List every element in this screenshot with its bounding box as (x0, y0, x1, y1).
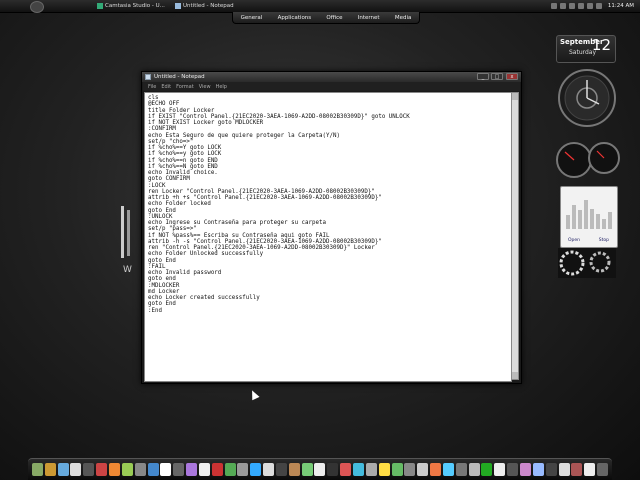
clock[interactable]: 11:24 AM (608, 3, 634, 9)
dock-app-icon[interactable] (186, 463, 198, 476)
dock-app-icon[interactable] (558, 463, 570, 476)
dock-app-icon[interactable] (519, 463, 531, 476)
tray-icon[interactable] (559, 3, 566, 9)
system-tray: 11:24 AM (550, 1, 640, 11)
cpu-meter-gadget[interactable] (554, 136, 624, 180)
dock-app-icon[interactable] (494, 463, 506, 476)
dock-app-icon[interactable] (237, 463, 249, 476)
dock-app-icon[interactable] (83, 463, 95, 476)
start-orb[interactable] (30, 1, 44, 13)
dock-app-icon[interactable] (378, 463, 390, 476)
notepad-titlebar[interactable]: Untitled - Notepad _ □ x (142, 72, 521, 82)
mouse-cursor (248, 388, 260, 401)
dock-app-icon[interactable] (121, 463, 133, 476)
dock-app-icon[interactable] (340, 463, 352, 476)
dock-app-icon[interactable] (327, 463, 339, 476)
dock-app-icon[interactable] (468, 463, 480, 476)
menu-edit[interactable]: Edit (161, 84, 171, 90)
menu-general[interactable]: General (241, 15, 263, 21)
scroll-down-arrow-icon[interactable] (512, 372, 518, 379)
open-button[interactable]: Open (568, 238, 580, 243)
minimize-button[interactable]: _ (477, 73, 489, 80)
tray-icon[interactable] (550, 3, 557, 9)
dock-app-icon[interactable] (160, 463, 172, 476)
taskbar-item-camtasia[interactable]: Camtasia Studio - U... (96, 1, 179, 11)
dock-app-icon[interactable] (430, 463, 442, 476)
dock-app-icon[interactable] (442, 463, 454, 476)
menu-format[interactable]: Format (176, 84, 194, 90)
volume-icon[interactable] (595, 3, 602, 9)
logo-deco: W (121, 206, 132, 275)
menu-internet[interactable]: Internet (358, 15, 380, 21)
menu-view[interactable]: View (199, 84, 211, 90)
dock-app-icon[interactable] (173, 463, 185, 476)
dock-app-icon[interactable] (314, 463, 326, 476)
gear-deco (558, 248, 616, 278)
dock-app-icon[interactable] (57, 463, 69, 476)
notepad-window: Untitled - Notepad _ □ x File Edit Forma… (141, 71, 522, 384)
dock-app-icon[interactable] (353, 463, 365, 476)
dock-app-icon[interactable] (545, 463, 557, 476)
analog-clock-gadget[interactable] (557, 66, 617, 130)
notepad-icon (175, 3, 181, 9)
scroll-up-arrow-icon[interactable] (512, 93, 518, 100)
dock-app-icon[interactable] (211, 463, 223, 476)
dock-app-icon[interactable] (134, 463, 146, 476)
dock-app-icon[interactable] (70, 463, 82, 476)
dock-app-icon[interactable] (571, 463, 583, 476)
equalizer-bars (566, 195, 612, 229)
dock-app-icon[interactable] (417, 463, 429, 476)
dock-app-icon[interactable] (481, 463, 493, 476)
dock-app-icon[interactable] (250, 463, 262, 476)
dock-app-icon[interactable] (507, 463, 519, 476)
calendar-weekday: Saturday (569, 49, 597, 56)
dock-app-icon[interactable] (597, 463, 609, 476)
svg-text:W: W (123, 265, 132, 275)
dock-app-icon[interactable] (96, 463, 108, 476)
application-dock (28, 458, 612, 480)
tray-icon[interactable] (577, 3, 584, 9)
tray-icon[interactable] (586, 3, 593, 9)
dock-app-icon[interactable] (455, 463, 467, 476)
dock-app-icon[interactable] (31, 463, 43, 476)
dock-app-icon[interactable] (391, 463, 403, 476)
dock-app-icon[interactable] (263, 463, 275, 476)
menu-file[interactable]: File (148, 84, 156, 90)
notepad-menubar: File Edit Format View Help (143, 82, 520, 91)
dock-app-icon[interactable] (301, 463, 313, 476)
camtasia-icon (97, 3, 103, 9)
dock-app-icon[interactable] (288, 463, 300, 476)
stop-button[interactable]: Stop (599, 238, 609, 243)
document-text[interactable]: cls @ECHO OFF title Folder Locker if EXI… (145, 93, 511, 316)
vertical-scrollbar[interactable] (511, 92, 519, 380)
menu-office[interactable]: Office (326, 15, 342, 21)
dock-app-icon[interactable] (365, 463, 377, 476)
dock-app-icon[interactable] (198, 463, 210, 476)
text-editor-area[interactable]: cls @ECHO OFF title Folder Locker if EXI… (144, 92, 512, 382)
dock-app-icon[interactable] (44, 463, 56, 476)
menu-media[interactable]: Media (395, 15, 412, 21)
dock-app-icon[interactable] (147, 463, 159, 476)
dock-app-icon[interactable] (275, 463, 287, 476)
menu-applications[interactable]: Applications (278, 15, 312, 21)
menu-help[interactable]: Help (216, 84, 227, 90)
window-title: Untitled - Notepad (154, 74, 205, 80)
dock-app-icon[interactable] (532, 463, 544, 476)
notepad-icon (145, 74, 151, 80)
calendar-gadget[interactable]: September 12 Saturday (556, 35, 616, 63)
taskbar-item-notepad[interactable]: Untitled - Notepad (174, 1, 257, 11)
launcher-menu: General Applications Office Internet Med… (232, 12, 420, 24)
dock-app-icon[interactable] (108, 463, 120, 476)
dock-app-icon[interactable] (404, 463, 416, 476)
close-button[interactable]: x (506, 73, 518, 80)
media-player-gadget[interactable]: Open Stop (560, 186, 618, 248)
maximize-button[interactable]: □ (491, 73, 503, 80)
tray-icon[interactable] (568, 3, 575, 9)
dock-app-icon[interactable] (224, 463, 236, 476)
dock-app-icon[interactable] (584, 463, 596, 476)
